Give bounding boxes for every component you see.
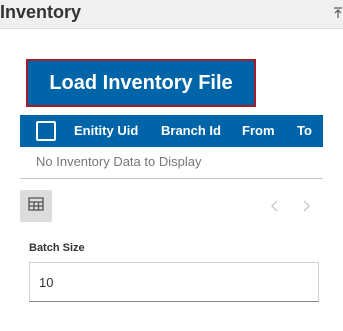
grid-empty-row: No Inventory Data to Display [20, 147, 323, 179]
chevron-right-icon[interactable] [300, 199, 312, 213]
page-title: Inventory [0, 2, 82, 22]
empty-message: No Inventory Data to Display [36, 154, 202, 169]
panel-header: Inventory [0, 0, 343, 29]
column-header-from[interactable]: From [242, 115, 275, 147]
batch-size-label: Batch Size [29, 242, 85, 254]
table-view-button[interactable] [20, 190, 52, 222]
load-inventory-file-button[interactable]: Load Inventory File [26, 59, 256, 107]
batch-size-input[interactable] [29, 262, 319, 302]
select-all-checkbox[interactable] [36, 121, 56, 141]
column-header-entity-uid[interactable]: Enitity Uid [74, 115, 138, 147]
grid-header: Enitity Uid Branch Id From To [20, 115, 323, 147]
pin-icon[interactable] [333, 6, 343, 18]
table-icon [28, 196, 44, 216]
column-header-to[interactable]: To [297, 115, 312, 147]
column-header-branch-id[interactable]: Branch Id [161, 115, 221, 147]
chevron-left-icon[interactable] [269, 199, 281, 213]
